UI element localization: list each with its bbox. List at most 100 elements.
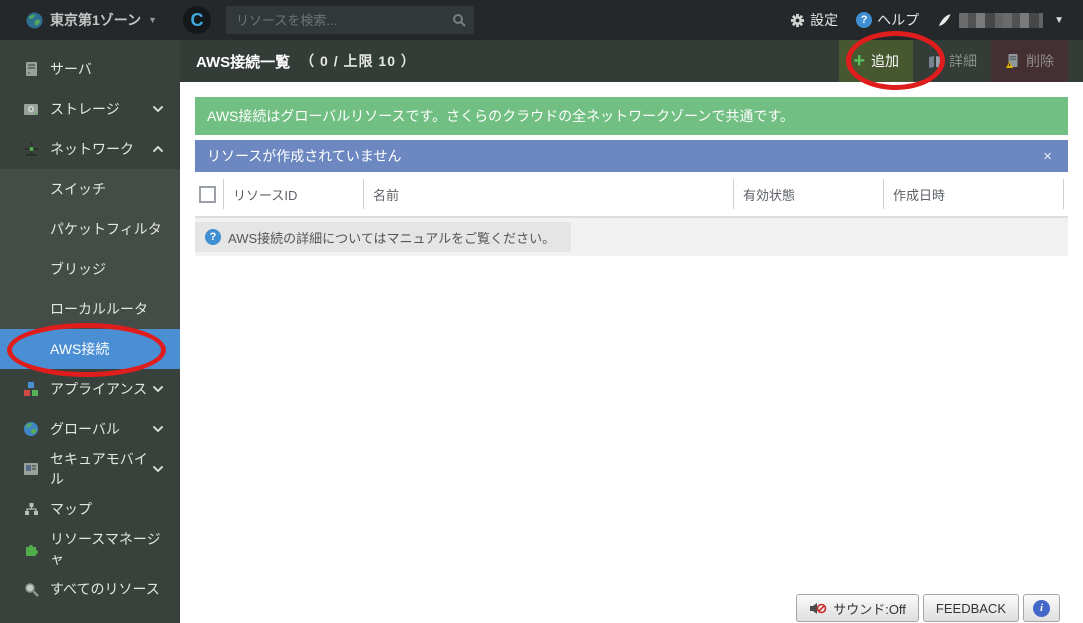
- manual-info-row: ? AWS接続の詳細についてはマニュアルをご覧ください。: [195, 218, 1068, 256]
- network-submenu: スイッチ パケットフィルタ ブリッジ ローカルルータ AWS接続: [0, 169, 180, 369]
- settings-label: 設定: [810, 10, 838, 30]
- search-input[interactable]: [236, 13, 452, 28]
- chevron-down-icon: [152, 385, 164, 393]
- main-content: AWS接続一覧 （ 0 / 上限 10 ） + 追加 詳細 削除 AWS接続はグ…: [180, 40, 1083, 623]
- settings-button[interactable]: 設定: [785, 10, 843, 30]
- detail-button[interactable]: 詳細: [913, 40, 991, 82]
- page-title: AWS接続一覧: [196, 51, 290, 72]
- resource-table-header: リソースID 名前 有効状態 作成日時: [195, 172, 1068, 218]
- info-button[interactable]: i: [1023, 594, 1060, 622]
- delete-button-label: 削除: [1026, 51, 1054, 71]
- sidebar-item-label: AWS接続: [50, 339, 168, 359]
- user-menu[interactable]: ▼: [932, 13, 1069, 28]
- column-header-name: 名前: [363, 179, 733, 209]
- checkbox-cell: [195, 179, 223, 209]
- network-icon: [22, 141, 40, 157]
- delete-button[interactable]: 削除: [991, 40, 1068, 82]
- sidebar-item-label: リソースマネージャ: [50, 529, 168, 569]
- sidebar-item-packet-filter[interactable]: パケットフィルタ: [0, 209, 180, 249]
- zone-selector[interactable]: 東京第1ゾーン ▼: [0, 10, 169, 30]
- chevron-down-icon: [152, 105, 164, 113]
- delete-document-icon: [1005, 53, 1020, 69]
- feedback-button[interactable]: FEEDBACK: [923, 594, 1019, 622]
- sidebar-item-secure-mobile[interactable]: セキュアモバイル: [0, 449, 180, 489]
- sitemap-icon: [22, 502, 40, 516]
- feedback-label: FEEDBACK: [936, 601, 1006, 616]
- add-button[interactable]: + 追加: [839, 40, 913, 82]
- header-buttons: + 追加 詳細 削除: [839, 40, 1068, 82]
- chevron-up-icon: [152, 145, 164, 153]
- globe-icon: [22, 421, 40, 437]
- sidebar-item-all-resources[interactable]: すべてのリソース: [0, 569, 180, 609]
- manual-info-text: AWS接続の詳細についてはマニュアルをご覧ください。: [228, 228, 555, 247]
- search-icon: [452, 13, 466, 27]
- resource-count: （ 0 / 上限 10 ）: [300, 51, 416, 71]
- detail-button-label: 詳細: [949, 51, 977, 71]
- sidebar-item-label: スイッチ: [50, 179, 168, 199]
- sim-card-icon: [22, 462, 40, 476]
- chevron-down-icon: ▼: [148, 15, 157, 25]
- sidebar-item-label: アプライアンス: [50, 379, 152, 399]
- close-icon[interactable]: ×: [1039, 149, 1056, 164]
- sidebar-item-label: グローバル: [50, 419, 152, 439]
- column-header-status: 有効状態: [733, 179, 883, 209]
- select-all-checkbox[interactable]: [199, 186, 216, 203]
- sidebar-item-bridge[interactable]: ブリッジ: [0, 249, 180, 289]
- sidebar-item-network[interactable]: ネットワーク: [0, 129, 180, 169]
- sidebar-item-label: セキュアモバイル: [50, 449, 152, 489]
- question-icon: ?: [205, 229, 221, 245]
- column-header-resource-id: リソースID: [223, 179, 363, 209]
- sidebar-item-map[interactable]: マップ: [0, 489, 180, 529]
- appliance-icon: [22, 381, 40, 397]
- server-icon: [22, 61, 40, 77]
- topbar: 東京第1ゾーン ▼ C 設定 ? ヘルプ ▼: [0, 0, 1083, 40]
- sidebar-item-label: すべてのリソース: [50, 579, 168, 599]
- sound-toggle-label: サウンド:Off: [833, 599, 906, 618]
- book-icon: [927, 54, 943, 69]
- empty-resource-notice-text: リソースが作成されていません: [207, 146, 401, 166]
- sidebar-item-label: ネットワーク: [50, 139, 152, 159]
- plus-icon: +: [853, 51, 865, 71]
- help-button[interactable]: ? ヘルプ: [851, 10, 924, 30]
- help-icon: ?: [856, 12, 872, 28]
- global-resource-notice-text: AWS接続はグローバルリソースです。さくらのクラウドの全ネットワークゾーンで共通…: [207, 106, 794, 126]
- sidebar-item-storage[interactable]: ストレージ: [0, 89, 180, 129]
- page-header: AWS接続一覧 （ 0 / 上限 10 ） + 追加 詳細 削除: [180, 40, 1083, 82]
- speaker-muted-icon: [809, 601, 827, 616]
- sidebar-item-label: マップ: [50, 499, 168, 519]
- zone-label: 東京第1ゾーン: [50, 10, 141, 30]
- footer-buttons: サウンド:Off FEEDBACK i: [796, 594, 1060, 622]
- sidebar-item-label: サーバ: [50, 59, 168, 79]
- global-resource-notice: AWS接続はグローバルリソースです。さくらのクラウドの全ネットワークゾーンで共通…: [195, 97, 1068, 135]
- info-icon: i: [1033, 600, 1050, 617]
- user-name-redacted: [959, 13, 1043, 28]
- sidebar-item-label: ブリッジ: [50, 259, 168, 279]
- manual-info-box: ? AWS接続の詳細についてはマニュアルをご覧ください。: [195, 222, 571, 252]
- sidebar-item-local-router[interactable]: ローカルルータ: [0, 289, 180, 329]
- search-box: [226, 6, 474, 34]
- sidebar-item-label: パケットフィルタ: [50, 219, 168, 239]
- chevron-down-icon: ▼: [1054, 15, 1064, 26]
- sidebar: サーバ ストレージ ネットワーク スイッチ パケットフィルタ ブリッジ ローカル…: [0, 40, 180, 623]
- sound-toggle-button[interactable]: サウンド:Off: [796, 594, 919, 622]
- help-label: ヘルプ: [877, 10, 919, 30]
- gear-icon: [790, 13, 805, 28]
- sidebar-item-aws-connection[interactable]: AWS接続: [0, 329, 180, 369]
- chevron-down-icon: [152, 425, 164, 433]
- sidebar-item-switch[interactable]: スイッチ: [0, 169, 180, 209]
- empty-resource-notice: リソースが作成されていません ×: [195, 140, 1068, 172]
- magnifier-icon: [22, 582, 40, 597]
- sidebar-item-appliance[interactable]: アプライアンス: [0, 369, 180, 409]
- sidebar-item-label: ローカルルータ: [50, 299, 168, 319]
- chevron-down-icon: [152, 465, 164, 473]
- cloud-logo[interactable]: C: [183, 6, 211, 34]
- sidebar-item-global[interactable]: グローバル: [0, 409, 180, 449]
- puzzle-icon: [22, 541, 40, 557]
- storage-icon: [22, 103, 40, 116]
- add-button-label: 追加: [871, 51, 899, 71]
- sidebar-item-label: ストレージ: [50, 99, 152, 119]
- sidebar-item-resource-manager[interactable]: リソースマネージャ: [0, 529, 180, 569]
- zone-globe-icon: [26, 12, 43, 29]
- column-header-created-at: 作成日時: [883, 179, 1064, 209]
- sidebar-item-server[interactable]: サーバ: [0, 49, 180, 89]
